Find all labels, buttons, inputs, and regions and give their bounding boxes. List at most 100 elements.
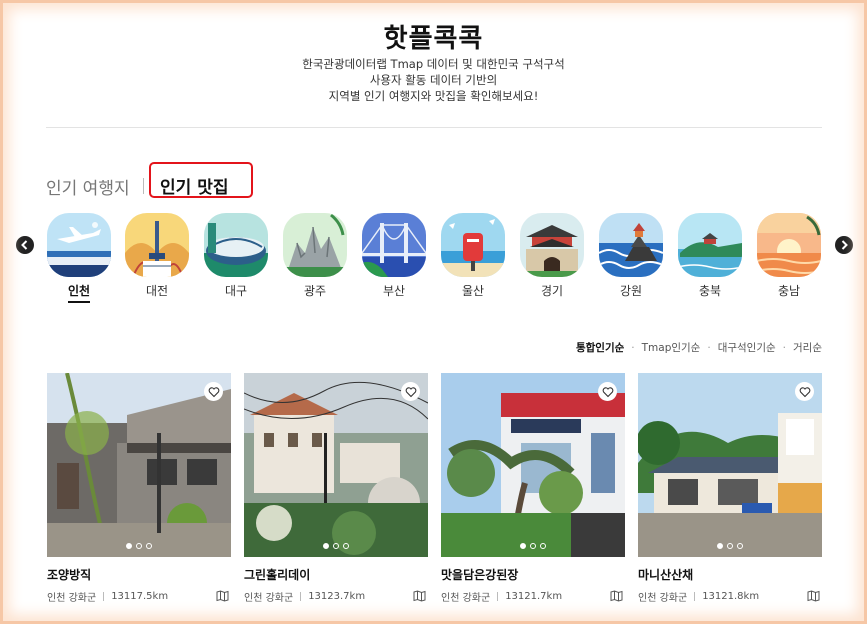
- place-region: 인천 강화군: [244, 593, 294, 604]
- photo-pagination: [47, 543, 231, 549]
- header-divider: [46, 127, 822, 128]
- seaside-pavilion-icon: [599, 213, 663, 277]
- fortress-gate-icon: [520, 213, 584, 277]
- sort-separator: ·: [707, 342, 711, 354]
- sunset-icon: [757, 213, 821, 277]
- map-icon[interactable]: [610, 590, 623, 602]
- place-name[interactable]: 마니산산채: [638, 566, 822, 583]
- pagination-dot[interactable]: [333, 543, 339, 549]
- pagination-dot[interactable]: [540, 543, 546, 549]
- pagination-dot[interactable]: [126, 543, 132, 549]
- region-daegu[interactable]: 대구: [204, 213, 268, 299]
- place-name[interactable]: 조양방직: [47, 566, 231, 583]
- photo-pagination: [244, 543, 428, 549]
- subtitle-line: 지역별 인기 여행지와 맛집을 확인해보세요!: [328, 89, 539, 103]
- pagination-dot[interactable]: [727, 543, 733, 549]
- region-label: 울산: [461, 284, 485, 298]
- region-daejeon[interactable]: 대전: [125, 213, 189, 299]
- mountain-rock-icon: [283, 213, 347, 277]
- chevron-left-icon: [21, 240, 28, 250]
- bridge-icon: [362, 213, 426, 277]
- meta-separator: [300, 592, 302, 601]
- heart-button[interactable]: [598, 382, 617, 401]
- place-meta: 인천 강화군 13121.8km: [638, 589, 822, 604]
- region-active-underline: [68, 301, 90, 303]
- sort-tmap[interactable]: Tmap인기순: [642, 340, 701, 355]
- place-region: 인천 강화군: [638, 593, 688, 604]
- pagination-dot[interactable]: [717, 543, 723, 549]
- chevron-right-icon: [841, 240, 848, 250]
- pagination-dot[interactable]: [323, 543, 329, 549]
- place-distance: 13121.7km: [505, 591, 563, 602]
- region-label: 대전: [145, 284, 169, 298]
- region-chungbuk[interactable]: 충북: [678, 213, 742, 299]
- pagination-dot[interactable]: [343, 543, 349, 549]
- place-name[interactable]: 그린홀리데이: [244, 566, 428, 583]
- page: 핫플콕콕 한국관광데이터랩 Tmap 데이터 및 대한민국 구석구석 사용자 활…: [0, 0, 867, 624]
- lake-pavilion-icon: [678, 213, 742, 277]
- pagination-dot[interactable]: [136, 543, 142, 549]
- region-incheon[interactable]: 인천: [47, 213, 111, 303]
- place-distance: 13123.7km: [308, 591, 366, 602]
- region-label: 부산: [382, 284, 406, 298]
- airplane-icon: [47, 213, 111, 277]
- sort-distance[interactable]: 거리순: [793, 340, 822, 355]
- sort-daegu[interactable]: 대구석인기순: [718, 340, 776, 355]
- place-photo[interactable]: [244, 373, 428, 557]
- tab-popular-destinations[interactable]: 인기 여행지: [46, 174, 130, 199]
- place-meta: 인천 강화군 13121.7km: [441, 589, 625, 604]
- pagination-dot[interactable]: [146, 543, 152, 549]
- place-card[interactable]: 조양방직 인천 강화군 13117.5km: [47, 373, 231, 604]
- place-distance: 13121.8km: [702, 591, 760, 602]
- region-gangwon[interactable]: 강원: [599, 213, 663, 299]
- map-icon[interactable]: [413, 590, 426, 602]
- place-photo[interactable]: [441, 373, 625, 557]
- place-card[interactable]: 마니산산채 인천 강화군 13121.8km: [638, 373, 822, 604]
- place-distance: 13117.5km: [111, 591, 169, 602]
- sort-integrated[interactable]: 통합인기순: [576, 340, 624, 355]
- region-gwangju[interactable]: 광주: [283, 213, 347, 299]
- place-photo[interactable]: [47, 373, 231, 557]
- pagination-dot[interactable]: [520, 543, 526, 549]
- heart-button[interactable]: [204, 382, 223, 401]
- region-next-button[interactable]: [835, 236, 853, 254]
- page-subtitle: 한국관광데이터랩 Tmap 데이터 및 대한민국 구석구석 사용자 활동 데이터…: [0, 56, 867, 104]
- heart-icon: [602, 386, 613, 397]
- sort-options: 통합인기순 · Tmap인기순 · 대구석인기순 · 거리순: [576, 340, 822, 355]
- region-busan[interactable]: 부산: [362, 213, 426, 299]
- map-icon[interactable]: [807, 590, 820, 602]
- map-icon[interactable]: [216, 590, 229, 602]
- place-card[interactable]: 그린홀리데이 인천 강화군 13123.7km: [244, 373, 428, 604]
- heart-icon: [208, 386, 219, 397]
- pagination-dot[interactable]: [530, 543, 536, 549]
- photo-pagination: [441, 543, 625, 549]
- photo-pagination: [638, 543, 822, 549]
- region-ulsan[interactable]: 울산: [441, 213, 505, 299]
- place-card[interactable]: 맛을담은강된장 인천 강화군 13121.7km: [441, 373, 625, 604]
- region-label: 충남: [777, 284, 801, 298]
- heart-button[interactable]: [401, 382, 420, 401]
- stadium-icon: [204, 213, 268, 277]
- region-prev-button[interactable]: [16, 236, 34, 254]
- postbox-icon: [441, 213, 505, 277]
- tab-highlight-box: [149, 162, 253, 198]
- region-label: 강원: [619, 284, 643, 298]
- region-chungnam[interactable]: 충남: [757, 213, 821, 299]
- place-meta: 인천 강화군 13123.7km: [244, 589, 428, 604]
- heart-button[interactable]: [795, 382, 814, 401]
- place-name[interactable]: 맛을담은강된장: [441, 566, 625, 583]
- meta-separator: [103, 592, 105, 601]
- place-meta: 인천 강화군 13117.5km: [47, 589, 231, 604]
- region-label: 대구: [224, 284, 248, 298]
- meta-separator: [497, 592, 499, 601]
- meta-separator: [694, 592, 696, 601]
- region-gyeonggi[interactable]: 경기: [520, 213, 584, 299]
- place-photo[interactable]: [638, 373, 822, 557]
- region-label: 충북: [698, 284, 722, 298]
- sort-separator: ·: [631, 342, 635, 354]
- subtitle-line: 사용자 활동 데이터 기반의: [369, 73, 498, 87]
- page-title: 핫플콕콕: [383, 24, 484, 54]
- sort-separator: ·: [782, 342, 787, 354]
- tower-icon: [125, 213, 189, 277]
- pagination-dot[interactable]: [737, 543, 743, 549]
